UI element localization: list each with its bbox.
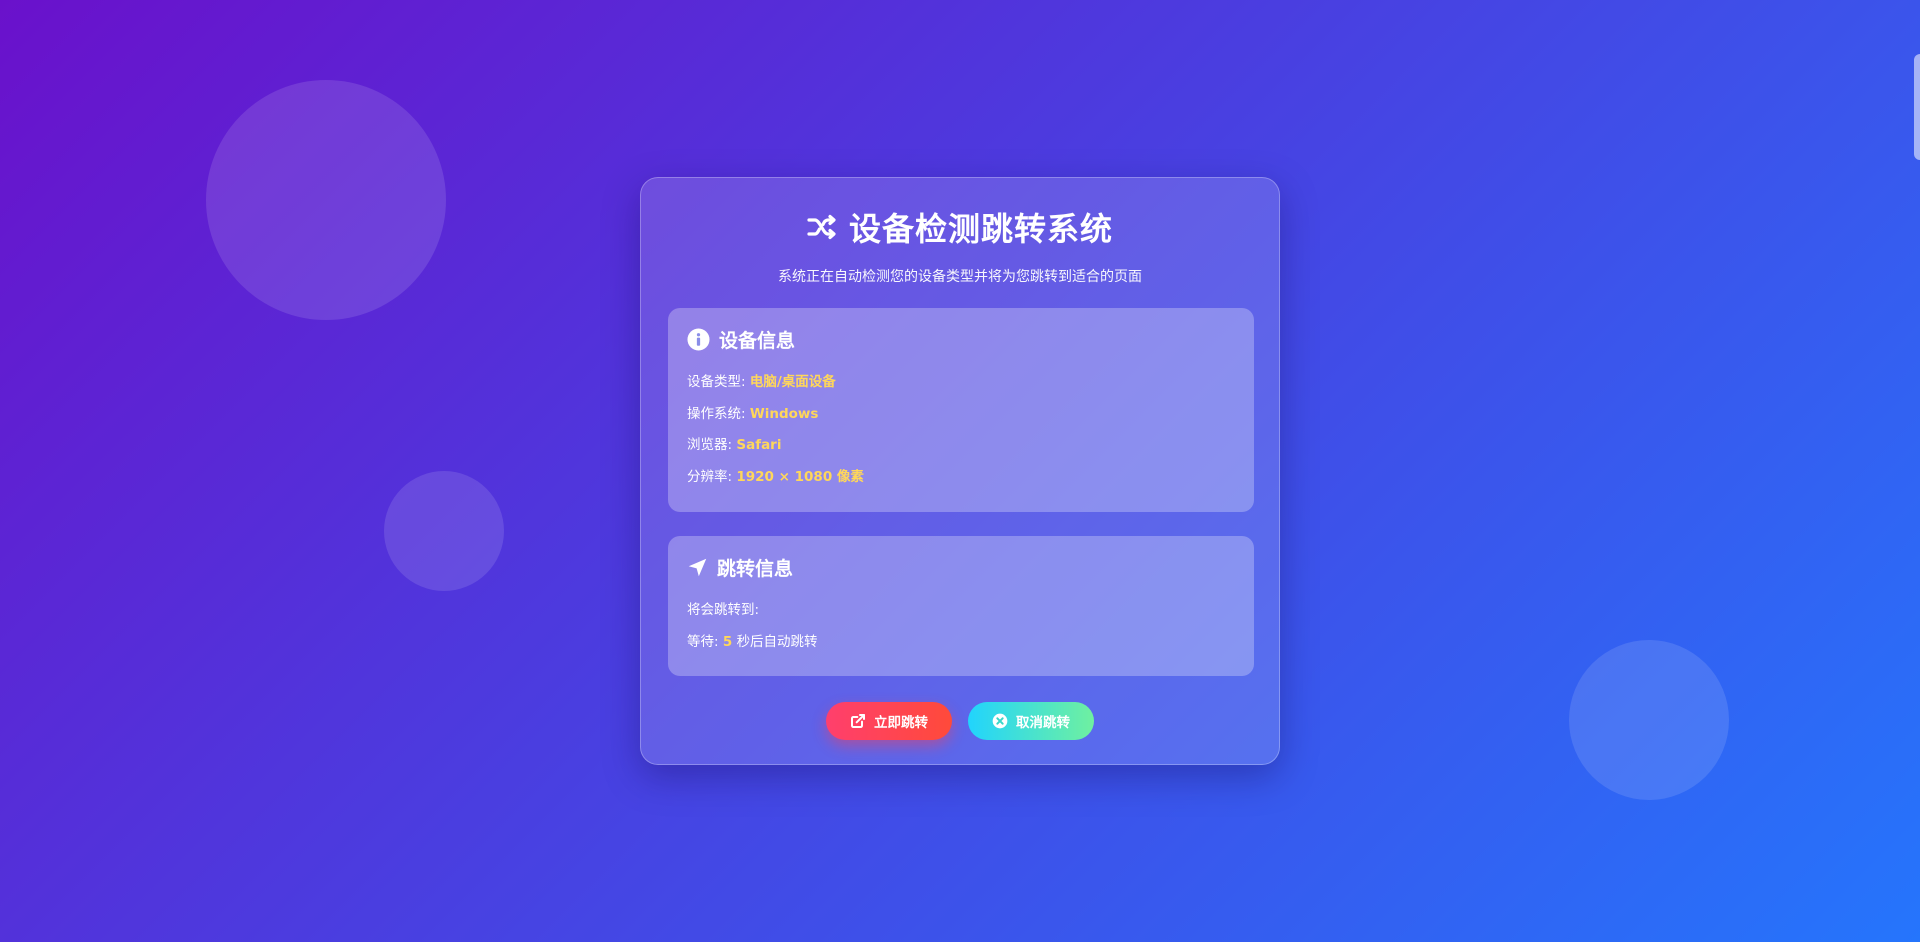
redirect-target-row: 将会跳转到: [687,595,1235,627]
browser-label: 浏览器: [687,437,733,453]
resolution-row: 分辨率: 1920 × 1080 像素 [687,462,1235,494]
redirect-info-title: 跳转信息 [717,558,794,580]
os-row: 操作系统: Windows [687,399,1235,431]
redirect-target-label: 将会跳转到: [687,602,760,618]
side-edge-tab[interactable] [1914,54,1920,160]
os-label: 操作系统: [687,405,746,422]
location-arrow-icon [687,557,708,578]
device-info-panel: 设备信息 设备类型: 电脑/桌面设备 操作系统: Windows 浏览器: Sa… [668,308,1254,512]
cancel-redirect-button[interactable]: 取消跳转 [968,702,1094,740]
countdown-suffix: 秒后自动跳转 [736,633,818,650]
browser-row: 浏览器: Safari [687,430,1235,462]
resolution-label: 分辨率: [687,468,733,485]
title-row: 设备检测跳转系统 [641,204,1279,250]
action-buttons: 立即跳转 取消跳转 [641,702,1279,740]
device-type-label: 设备类型: [687,374,746,390]
redirect-info-panel: 跳转信息 将会跳转到: 等待: 5 秒后自动跳转 [668,536,1254,676]
resolution-value: 1920 × 1080 像素 [736,468,864,485]
countdown-row: 等待: 5 秒后自动跳转 [687,627,1235,659]
info-circle-icon [687,328,710,351]
redirect-now-label: 立即跳转 [874,715,928,731]
device-info-heading: 设备信息 [687,326,1235,353]
device-info-title: 设备信息 [719,330,796,352]
os-value: Windows [749,405,819,422]
device-type-row: 设备类型: 电脑/桌面设备 [687,367,1235,399]
close-circle-icon [992,713,1008,729]
cancel-redirect-label: 取消跳转 [1016,715,1070,731]
device-type-value: 电脑/桌面设备 [749,374,836,390]
redirect-card: 设备检测跳转系统 系统正在自动检测您的设备类型并将为您跳转到适合的页面 设备信息… [640,177,1280,765]
card-header: 设备检测跳转系统 系统正在自动检测您的设备类型并将为您跳转到适合的页面 [641,178,1279,286]
countdown-seconds: 5 [722,633,733,650]
browser-value: Safari [736,437,782,453]
shuffle-icon [807,214,837,240]
background-bubble-large [206,80,446,320]
background-bubble-right [1569,640,1729,800]
countdown-label: 等待: [687,633,719,650]
page-title: 设备检测跳转系统 [848,210,1113,248]
background-bubble-small [384,471,504,591]
redirect-info-heading: 跳转信息 [687,554,1235,581]
external-link-icon [850,713,866,729]
redirect-now-button[interactable]: 立即跳转 [826,702,952,740]
page-subtitle: 系统正在自动检测您的设备类型并将为您跳转到适合的页面 [778,269,1142,285]
